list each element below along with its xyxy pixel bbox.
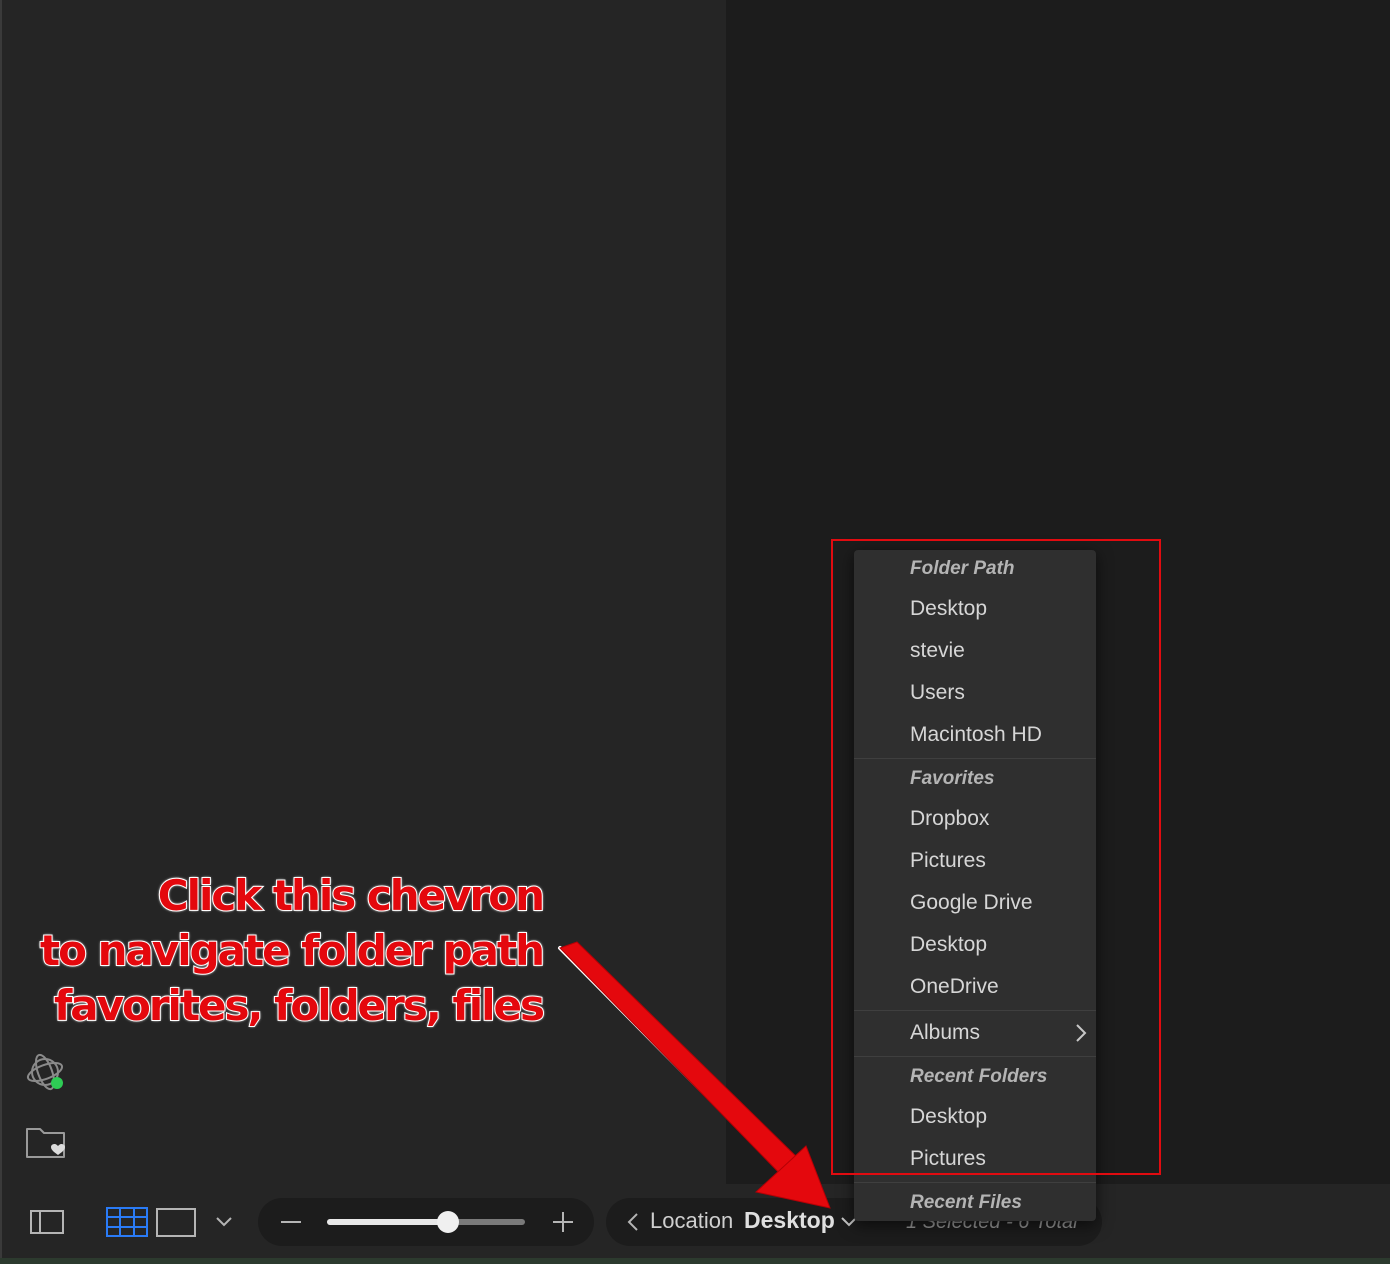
- favorite-folder-icon[interactable]: [24, 1121, 68, 1165]
- zoom-out-icon[interactable]: [280, 1212, 302, 1232]
- menu-header-recent-files: Recent Files: [910, 1192, 1022, 1213]
- annotation-line: favorites, folders, files: [53, 980, 546, 1031]
- location-label: Location: [650, 1208, 734, 1233]
- back-chevron-icon[interactable]: [626, 1212, 640, 1232]
- zoom-slider[interactable]: [327, 1219, 525, 1225]
- zoom-slider-knob[interactable]: [436, 1211, 459, 1233]
- annotation-line: to navigate folder path: [39, 925, 546, 976]
- sidebar-toggle-icon[interactable]: [30, 1208, 64, 1236]
- annotation-line: Click this chevron: [157, 870, 546, 921]
- window-bottom-edge: [0, 1258, 1390, 1264]
- annotation-highlight-box: [831, 539, 1161, 1175]
- connect-icon[interactable]: [24, 1050, 68, 1094]
- grid-view-icon[interactable]: [106, 1207, 148, 1237]
- single-view-icon[interactable]: [156, 1208, 196, 1238]
- menu-separator: [854, 1182, 1096, 1183]
- view-options-chevron-icon[interactable]: [214, 1214, 234, 1230]
- location-value[interactable]: Desktop: [744, 1207, 835, 1234]
- annotation-callout: Click this chevron to navigate folder pa…: [39, 868, 546, 1033]
- zoom-slider-fill: [327, 1219, 448, 1225]
- zoom-in-icon[interactable]: [552, 1211, 574, 1233]
